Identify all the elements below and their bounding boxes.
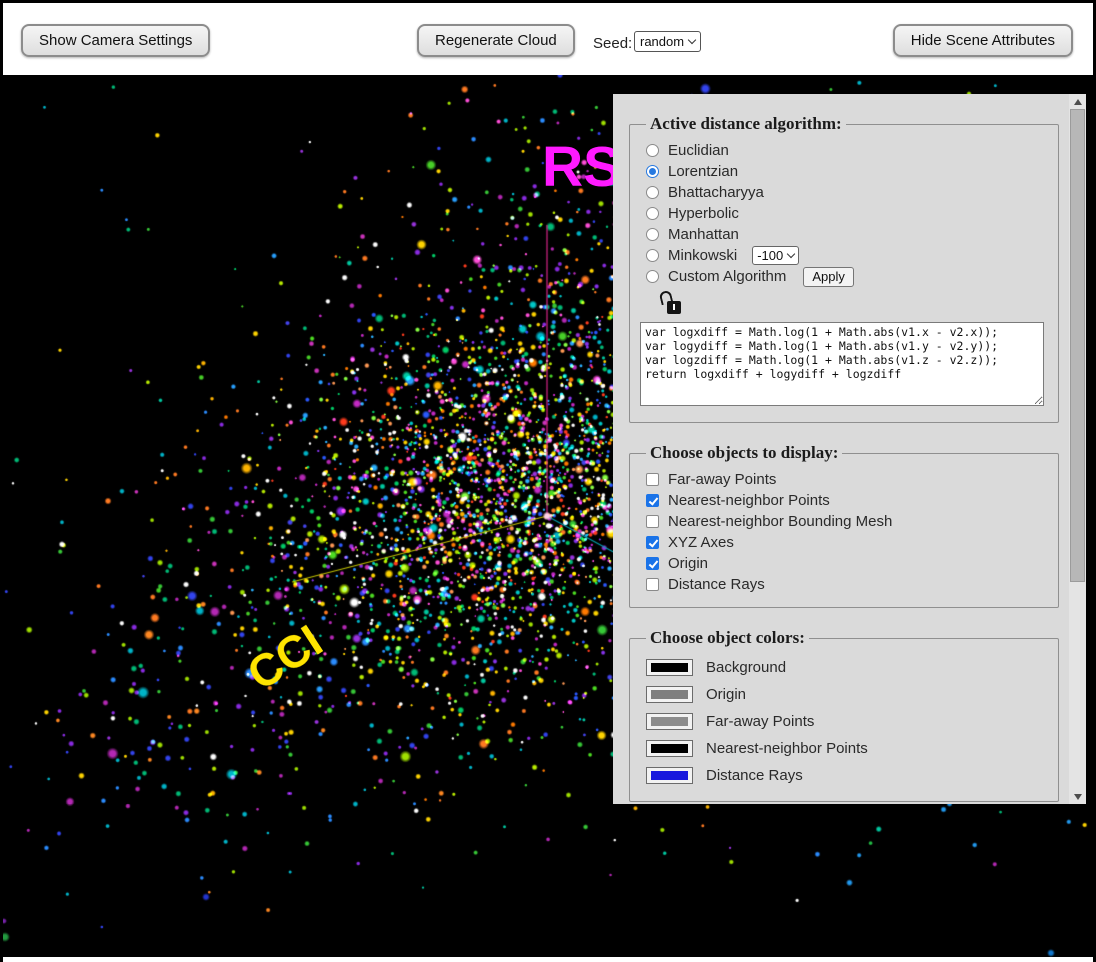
show-camera-settings-button[interactable]: Show Camera Settings	[21, 24, 210, 57]
apply-button[interactable]: Apply	[803, 267, 854, 287]
radio-row-minkowski: Minkowski -100	[646, 245, 1046, 266]
checkbox-far-away-points[interactable]	[646, 473, 659, 486]
radio-row-lorentzian: Lorentzian	[646, 161, 1046, 182]
checkbox-row-xyz-axes: XYZ Axes	[646, 532, 1046, 553]
color-label: Nearest-neighbor Points	[706, 740, 868, 757]
chevron-down-icon	[688, 36, 696, 44]
checkbox-row-origin: Origin	[646, 553, 1046, 574]
color-picker-background[interactable]	[646, 659, 693, 676]
checkbox-nearest-neighbor-points[interactable]	[646, 494, 659, 507]
checkbox-xyz-axes[interactable]	[646, 536, 659, 549]
radio-row-hyperbolic: Hyperbolic	[646, 203, 1046, 224]
radio-manhattan[interactable]	[646, 228, 659, 241]
scrollbar-up-button[interactable]	[1069, 94, 1086, 109]
color-row-origin: Origin	[646, 681, 1046, 708]
color-picker-distance-rays[interactable]	[646, 767, 693, 784]
fieldset-legend: Active distance algorithm:	[646, 114, 846, 134]
scrollbar-thumb[interactable]	[1070, 109, 1085, 582]
radio-euclidian[interactable]	[646, 144, 659, 157]
minkowski-power-select[interactable]: -100	[752, 246, 799, 265]
radio-bhattacharyya[interactable]	[646, 186, 659, 199]
regenerate-cloud-button[interactable]: Regenerate Cloud	[417, 24, 575, 57]
color-row-far-away-points: Far-away Points	[646, 708, 1046, 735]
checkbox-row-bounding-mesh: Nearest-neighbor Bounding Mesh	[646, 511, 1046, 532]
fieldset-legend: Choose objects to display:	[646, 443, 842, 463]
fieldset-objects-to-display: Choose objects to display: Far-away Poin…	[629, 443, 1059, 608]
color-picker-far-away-points[interactable]	[646, 713, 693, 730]
chevron-down-icon	[787, 250, 795, 258]
color-label: Origin	[706, 686, 746, 703]
radio-label[interactable]: Custom Algorithm	[668, 268, 786, 285]
color-picker-nearest-neighbor-points[interactable]	[646, 740, 693, 757]
radio-custom-algorithm[interactable]	[646, 270, 659, 283]
checkbox-label[interactable]: Far-away Points	[668, 471, 776, 488]
radio-label[interactable]: Minkowski	[668, 247, 737, 264]
radio-row-custom-algorithm: Custom Algorithm Apply	[646, 266, 1046, 287]
checkbox-row-distance-rays: Distance Rays	[646, 574, 1046, 595]
scrollbar-down-button[interactable]	[1069, 789, 1086, 804]
checkbox-row-nearest-neighbor-points: Nearest-neighbor Points	[646, 490, 1046, 511]
seed-label: Seed:	[593, 35, 632, 52]
radio-label[interactable]: Bhattacharyya	[668, 184, 764, 201]
custom-algorithm-code-input[interactable]: var logxdiff = Math.log(1 + Math.abs(v1.…	[640, 322, 1044, 406]
seed-select[interactable]: random	[634, 31, 701, 52]
checkbox-label[interactable]: XYZ Axes	[668, 534, 734, 551]
radio-row-manhattan: Manhattan	[646, 224, 1046, 245]
checkbox-label[interactable]: Distance Rays	[668, 576, 765, 593]
color-label: Distance Rays	[706, 767, 803, 784]
panel-scrollbar	[1069, 94, 1086, 804]
app-window: Show Camera Settings Regenerate Cloud Se…	[0, 0, 1096, 962]
scene-attributes-panel: Active distance algorithm: Euclidian Lor…	[613, 94, 1086, 804]
color-picker-origin[interactable]	[646, 686, 693, 703]
color-row-nearest-neighbor-points: Nearest-neighbor Points	[646, 735, 1046, 762]
checkbox-bounding-mesh[interactable]	[646, 515, 659, 528]
color-label: Far-away Points	[706, 713, 814, 730]
triangle-up-icon	[1074, 99, 1082, 105]
color-label: Background	[706, 659, 786, 676]
point-cloud-scene: RSI CCI Active distance algorithm: Eucli…	[3, 75, 1093, 957]
radio-label[interactable]: Manhattan	[668, 226, 739, 243]
toolbar: Show Camera Settings Regenerate Cloud Se…	[3, 3, 1093, 75]
checkbox-label[interactable]: Nearest-neighbor Points	[668, 492, 830, 509]
checkbox-row-far-away-points: Far-away Points	[646, 469, 1046, 490]
radio-row-bhattacharyya: Bhattacharyya	[646, 182, 1046, 203]
unlocked-padlock-icon	[660, 290, 684, 316]
radio-hyperbolic[interactable]	[646, 207, 659, 220]
triangle-down-icon	[1074, 794, 1082, 800]
radio-row-euclidian: Euclidian	[646, 140, 1046, 161]
radio-minkowski[interactable]	[646, 249, 659, 262]
radio-label[interactable]: Hyperbolic	[668, 205, 739, 222]
checkbox-label[interactable]: Origin	[668, 555, 708, 572]
fieldset-object-colors: Choose object colors: Background Origin	[629, 628, 1059, 802]
radio-label[interactable]: Lorentzian	[668, 163, 738, 180]
bottom-strip	[3, 957, 1093, 962]
color-row-distance-rays: Distance Rays	[646, 762, 1046, 789]
hide-scene-attributes-button[interactable]: Hide Scene Attributes	[893, 24, 1073, 57]
radio-label[interactable]: Euclidian	[668, 142, 729, 159]
radio-lorentzian[interactable]	[646, 165, 659, 178]
checkbox-origin[interactable]	[646, 557, 659, 570]
fieldset-distance-algorithm: Active distance algorithm: Euclidian Lor…	[629, 114, 1059, 423]
seed-select-value: random	[640, 34, 684, 49]
color-row-background: Background	[646, 654, 1046, 681]
fieldset-legend: Choose object colors:	[646, 628, 809, 648]
checkbox-distance-rays[interactable]	[646, 578, 659, 591]
checkbox-label[interactable]: Nearest-neighbor Bounding Mesh	[668, 513, 892, 530]
minkowski-power-value: -100	[757, 248, 783, 263]
